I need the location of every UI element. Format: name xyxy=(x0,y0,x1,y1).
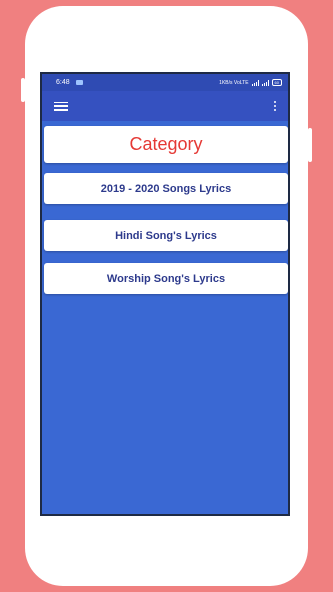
phone-side-button-left xyxy=(21,78,25,102)
hamburger-menu-icon[interactable] xyxy=(54,101,68,111)
signal-icon xyxy=(251,79,259,86)
phone-screen: 6:48 1KB/s VoLTE 60 Category 2019 - 2020… xyxy=(40,72,290,516)
category-item-worship-songs[interactable]: Worship Song's Lyrics xyxy=(44,263,288,294)
category-item-label: Hindi Song's Lyrics xyxy=(115,229,217,242)
status-bar: 6:48 1KB/s VoLTE 60 xyxy=(42,74,288,91)
battery-icon: 60 xyxy=(271,79,282,86)
status-indicators: 1KB/s VoLTE 60 xyxy=(219,79,282,86)
category-item-label: Worship Song's Lyrics xyxy=(106,272,226,285)
more-vert-icon[interactable] xyxy=(272,100,279,112)
app-toolbar xyxy=(42,91,288,121)
notification-icon xyxy=(75,80,83,85)
phone-side-button-right xyxy=(308,128,312,162)
status-time: 6:48 xyxy=(56,79,70,86)
signal-icon-2 xyxy=(261,79,269,86)
category-item-hindi-songs[interactable]: Hindi Song's Lyrics xyxy=(44,220,288,251)
category-item-label: 2019 - 2020 Songs Lyrics xyxy=(100,182,232,195)
category-item-2019-2020-songs[interactable]: 2019 - 2020 Songs Lyrics xyxy=(44,173,288,204)
network-speed-text: 1KB/s VoLTE xyxy=(219,79,249,86)
app-screen: 6:48 1KB/s VoLTE 60 Category 2019 - 2020… xyxy=(42,74,288,514)
page-title: Category xyxy=(44,126,288,163)
